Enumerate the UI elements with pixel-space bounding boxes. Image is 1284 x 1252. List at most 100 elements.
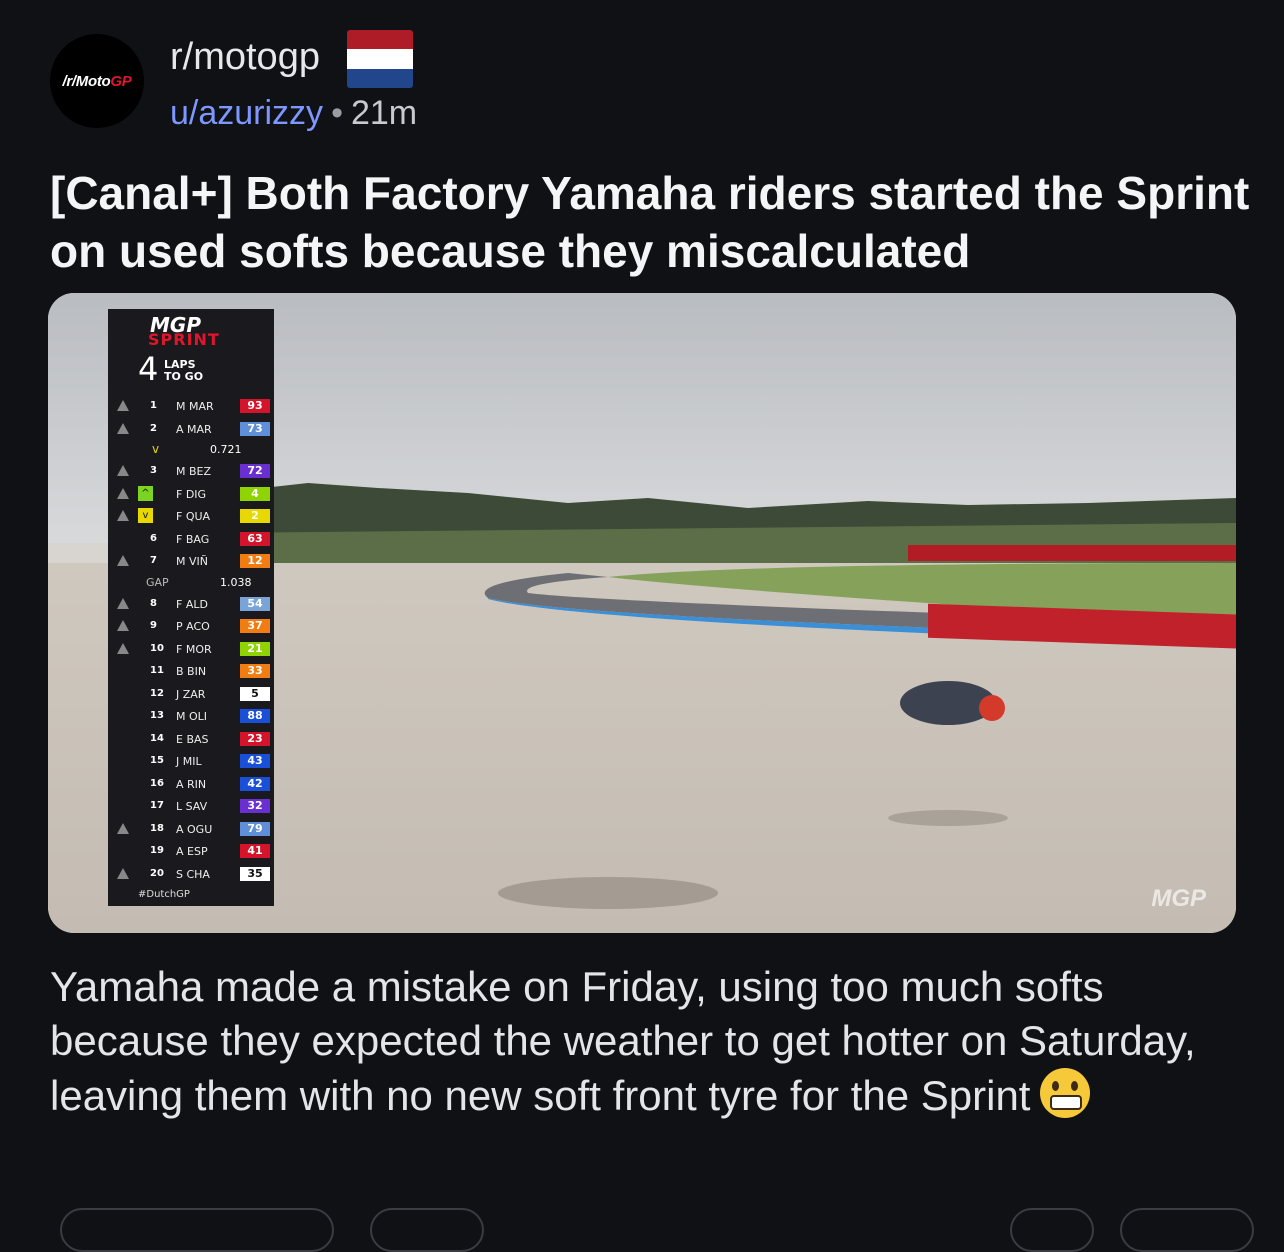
rider-position: 1 — [150, 400, 157, 411]
warning-icon — [117, 642, 129, 654]
rider-name: A OGU — [176, 822, 213, 836]
post-title[interactable]: [Canal+] Both Factory Yamaha riders star… — [50, 164, 1250, 280]
comments-button[interactable] — [370, 1208, 484, 1252]
standings-row: 13 M OLI 88 — [108, 705, 274, 727]
rider-name: F BAG — [176, 532, 210, 546]
rider-number: 72 — [240, 464, 270, 478]
rider-number: 93 — [240, 399, 270, 413]
rider-name: A ESP — [176, 845, 208, 858]
warning-icon — [117, 822, 129, 834]
gap-row: GAP 1.038 — [108, 573, 274, 593]
standings-row: 18 A OGU 79 — [108, 818, 274, 840]
position-down-icon: v — [138, 508, 153, 523]
meta-separator: • — [331, 94, 343, 132]
timing-tower: MGP SPRINT 4 LAPS TO GO 1M MAR 93 2 A MAR 73… — [108, 309, 274, 906]
post-body: Yamaha made a mistake on Friday, using t… — [50, 963, 1196, 1119]
rider-name: A MAR — [176, 422, 212, 436]
event-hashtag: #DutchGP — [138, 889, 190, 900]
warning-icon — [117, 422, 129, 434]
position-up-icon: ^ — [138, 485, 153, 501]
standings-row: 12 J ZAR 5 — [108, 683, 274, 705]
standings-row: ^ F DIG 4 — [108, 483, 274, 505]
rider-number: 32 — [240, 799, 270, 813]
standings-row: 14 E BAS 23 — [108, 728, 274, 750]
rider-number: 79 — [240, 821, 270, 836]
rider-name: F MOR — [176, 642, 212, 656]
grimacing-face-icon — [1040, 1068, 1091, 1118]
chevron-down-icon: v — [152, 442, 160, 456]
motogp-watermark: MGP — [1151, 885, 1206, 912]
rider-name: J MIL — [176, 755, 202, 768]
rider-name: S CHA — [176, 867, 210, 881]
rider-position: 20 — [150, 867, 164, 879]
rider-number: 41 — [240, 844, 270, 858]
award-button[interactable] — [1010, 1208, 1094, 1252]
standings-row: 7 M VIÑ 12 — [108, 550, 274, 572]
rider-number: 5 — [240, 686, 270, 701]
rider-name: M OLI — [176, 710, 208, 723]
rider-number: 4 — [240, 486, 270, 501]
rider-position: 19 — [150, 845, 164, 856]
rider-position: 11 — [150, 665, 164, 676]
share-button[interactable] — [1120, 1208, 1254, 1252]
rider-number: 23 — [240, 731, 270, 746]
standings-row: 16 A RIN 42 — [108, 773, 274, 795]
rider-position: 8 — [150, 597, 157, 609]
rider-name: M VIÑ — [176, 555, 208, 568]
rider-position: 9 — [150, 620, 157, 631]
subreddit-avatar[interactable]: /r/Moto GP — [50, 34, 144, 128]
rider-name: F QUA — [176, 510, 211, 523]
author-link[interactable]: u/azurizzy — [170, 94, 323, 132]
interval-row: v 0.721 — [108, 440, 274, 460]
sprint-label: SPRINT — [148, 330, 220, 349]
standings-row: 15 J MIL 43 — [108, 750, 274, 772]
gap-value: 1.038 — [220, 575, 252, 589]
rider-position: 14 — [150, 732, 164, 744]
rider-position: 2 — [150, 422, 157, 434]
rider-number: 21 — [240, 641, 270, 656]
standings-row: 3 M BEZ 72 — [108, 460, 274, 482]
rider-position: 3 — [150, 465, 157, 476]
rider-name: A RIN — [176, 777, 207, 791]
subreddit-name[interactable]: r/motogp — [170, 36, 320, 79]
warning-icon — [117, 620, 129, 631]
rider-name: E BAS — [176, 732, 209, 746]
standings-row: 1 M MAR 93 — [108, 395, 274, 417]
rider-number: 33 — [240, 664, 270, 678]
standings-row: 17 L SAV 32 — [108, 795, 274, 817]
rider-name: P ACO — [176, 620, 210, 633]
post-image[interactable]: MGP SPRINT 4 LAPS TO GO 1M MAR 93 2 A MAR 73… — [48, 293, 1236, 933]
standings-row: 20 S CHA 35 — [108, 863, 274, 885]
rider-position: 15 — [150, 755, 164, 766]
post-header: /r/Moto GP r/motogp u/azurizzy • 21m — [50, 30, 1250, 140]
warning-icon — [117, 487, 129, 499]
post-age: 21m — [350, 94, 418, 132]
rider-name: M BEZ — [176, 465, 212, 478]
standings-row: 2 A MAR 73 — [108, 418, 274, 440]
post-actions — [60, 1208, 1260, 1252]
rider-number: 35 — [240, 866, 270, 881]
rider-number: 42 — [240, 776, 270, 791]
rider-name: F DIG — [176, 487, 207, 501]
netherlands-flag-icon — [347, 30, 413, 88]
warning-icon — [117, 597, 129, 609]
rider-position: 13 — [150, 710, 164, 721]
rider-name: M MAR — [176, 400, 214, 413]
standings-row: v F QUA 2 — [108, 505, 274, 527]
rider-name: L SAV — [176, 800, 208, 813]
standings-row: 6 F BAG 63 — [108, 528, 274, 550]
rider-number: 12 — [240, 554, 270, 568]
rider-number: 63 — [240, 531, 270, 546]
rider-name: B BIN — [176, 665, 207, 678]
rider-position: 7 — [150, 555, 157, 566]
rider-number: 73 — [240, 421, 270, 436]
vote-button[interactable] — [60, 1208, 334, 1252]
rider-position: 16 — [150, 777, 164, 789]
standings-row: 8 F ALD 54 — [108, 593, 274, 615]
laps-to-go-label: LAPS TO GO — [164, 358, 204, 383]
interval-value: 0.721 — [210, 443, 242, 456]
rider-number: 37 — [240, 619, 270, 633]
rider-number: 88 — [240, 709, 270, 723]
warning-icon — [117, 465, 129, 476]
rider-position: 6 — [150, 532, 157, 544]
